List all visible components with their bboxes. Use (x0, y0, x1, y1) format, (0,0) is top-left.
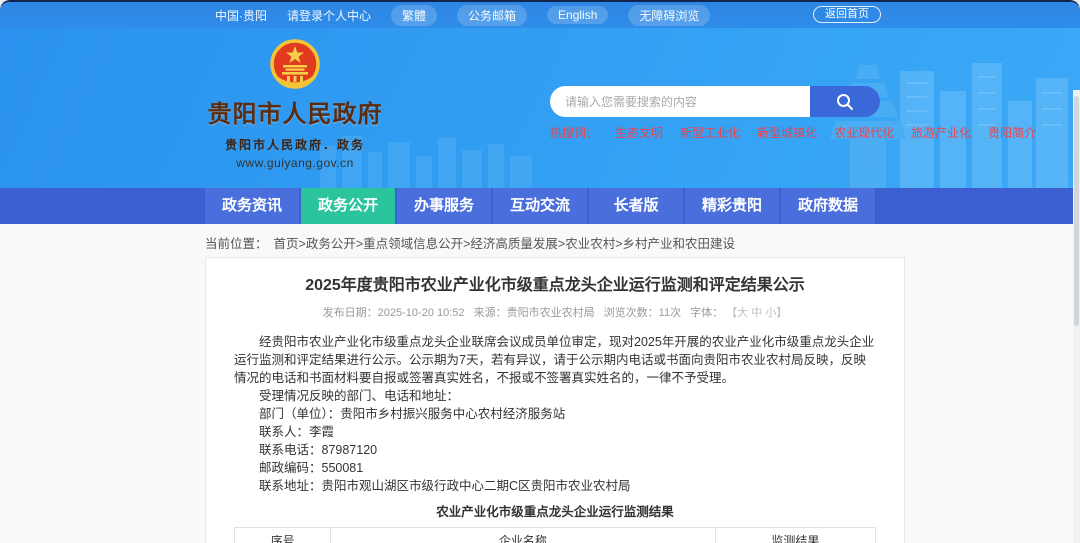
hot-word-link[interactable]: 新型工业化 (680, 124, 740, 141)
publish-date: 发布日期：2025-10-20 10:52 (322, 307, 465, 319)
site-header: 贵阳市人民政府 贵阳市人民政府．政务 www.guiyang.gov.cn 热搜… (0, 28, 1080, 188)
search-button[interactable] (810, 86, 880, 117)
contact-lines: 部门（单位）：贵阳市乡村振兴服务中心农村经济服务站 联系人：李霞联系电话：8798… (234, 405, 876, 495)
article-meta: 发布日期：2025-10-20 10:52 来源：贵阳市农业农村局 浏览次数：1… (234, 304, 876, 320)
topbar-link[interactable]: 无障碍浏览 (628, 4, 711, 26)
site-name: 贵阳市人民政府 (207, 101, 383, 128)
scrollbar-thumb[interactable] (1074, 96, 1079, 326)
main-area: 当前位置： 首页>政务公开>重点领域信息公开>经济高质量发展>农业农村>乡村产业和… (0, 224, 1080, 543)
breadcrumb: 当前位置： 首页>政务公开>重点领域信息公开>经济高质量发展>农业农村>乡村产业和… (205, 233, 735, 252)
topbar-link[interactable]: 中国·贵阳 (215, 7, 267, 24)
article-panel: 2025年度贵阳市农业产业化市级重点龙头企业运行监测和评定结果公示 发布日期：2… (205, 257, 905, 543)
hot-word-link[interactable]: 生态文明 (615, 124, 663, 141)
article-source: 来源：贵阳市农业农村局 (473, 307, 595, 319)
hot-search-label: 热搜词： (550, 126, 599, 140)
table-header-cell: 监测结果 (714, 527, 877, 543)
article-paragraph: 受理情况反映的部门、电话和地址： (259, 389, 460, 403)
topbar-link[interactable]: 请登录个人中心 (287, 7, 371, 24)
font-size-switch[interactable]: 【大 中 小】 (726, 307, 787, 319)
nav-item-互动交流[interactable]: 互动交流 (493, 188, 587, 224)
city-skyline-graphic (830, 63, 1068, 188)
search-bar (550, 86, 880, 117)
breadcrumb-path[interactable]: 首页>政务公开>重点领域信息公开>经济高质量发展>农业农村>乡村产业和农田建设 (274, 237, 736, 251)
main-nav: 政务资讯 政务公开 办事服务 互动交流 长者版 精彩贵阳 政府数据 (0, 188, 1080, 224)
table-header-row: 序号 企业名称 监测结果 (233, 527, 877, 543)
table-head: 序号 企业名称 监测结果 (233, 527, 877, 543)
font-size-label: 字体： (690, 307, 724, 319)
site-container: 贵阳市人民政府 贵阳市人民政府．政务 www.guiyang.gov.cn 热搜… (0, 0, 1080, 543)
nav-item-长者版[interactable]: 长者版 (589, 188, 683, 224)
breadcrumb-label: 当前位置： (205, 237, 268, 251)
article-body: 经贵阳市农业产业化市级重点龙头企业联席会议成员单位审定，现对2025年开展的农业… (233, 333, 877, 543)
nav-item-政务公开[interactable]: 政务公开 (301, 188, 395, 224)
nav-item-政府数据[interactable]: 政府数据 (781, 188, 875, 224)
view-count: 浏览次数：11次 (603, 307, 682, 319)
article-paragraphs: 经贵阳市农业产业化市级重点龙头企业联席会议成员单位审定，现对2025年开展的农业… (234, 333, 876, 405)
hot-word-link[interactable]: 农业现代化 (834, 124, 894, 141)
article-paragraph: 经贵阳市农业产业化市级重点龙头企业联席会议成员单位审定，现对2025年开展的农业… (234, 335, 875, 385)
contact-line: 联系电话：87987120 (259, 443, 378, 457)
nav-item-办事服务[interactable]: 办事服务 (397, 188, 491, 224)
table-header-cell: 序号 (233, 527, 332, 543)
topbar-link[interactable]: English (547, 6, 609, 24)
nav-item-精彩贵阳[interactable]: 精彩贵阳 (685, 188, 779, 224)
hot-word-link[interactable]: 新型城镇化 (757, 124, 817, 141)
scrollbar-track[interactable] (1073, 90, 1080, 543)
table-header-cell: 企业名称 (330, 527, 716, 543)
search-icon (837, 93, 853, 110)
nav-item-政务资讯[interactable]: 政务资讯 (205, 188, 299, 224)
hot-word-link[interactable]: 旅游产业化 (911, 124, 971, 141)
contact-line: 邮政编码：550081 (259, 461, 364, 475)
monitor-result-table: 序号企业名称监测结果 1贵州合力超市采购有限公司合格2贵州友禾种业有限公司合格3… (233, 527, 877, 543)
contact-line: 部门（单位）：贵阳市乡村振兴服务中心农村经济服务站 (259, 407, 566, 421)
back-home-button[interactable]: 返回首页 (813, 6, 881, 23)
topbar-link[interactable]: 繁體 (391, 4, 438, 26)
top-utility-bar: 中国·贵阳 请登录个人中心 繁體 公务邮箱 English 无障碍浏览 返回首页 (0, 2, 1080, 28)
table-title: 农业产业化市级重点龙头企业运行监测结果 (436, 505, 674, 519)
hot-word-link[interactable]: 贵阳简介 (988, 124, 1036, 141)
national-emblem-icon (270, 39, 320, 89)
site-logo[interactable]: 贵阳市人民政府 贵阳市人民政府．政务 www.guiyang.gov.cn (205, 38, 385, 170)
topbar-links: 中国·贵阳 请登录个人中心 繁體 公务邮箱 English 无障碍浏览 (215, 4, 711, 26)
topbar-link[interactable]: 公务邮箱 (457, 4, 528, 26)
article-title: 2025年度贵阳市农业产业化市级重点龙头企业运行监测和评定结果公示 (305, 277, 805, 294)
contact-line: 联系人：李霞 (259, 425, 335, 439)
search-input[interactable] (550, 86, 810, 117)
site-subtitle: 贵阳市人民政府．政务 (224, 138, 365, 152)
hot-search-words: 热搜词： 生态文明 新型工业化 新型城镇化 农业现代化 旅游产业化 贵阳简介 (550, 124, 1036, 141)
site-url: www.guiyang.gov.cn (236, 156, 354, 170)
contact-line: 联系地址：贵阳市观山湖区市级行政中心二期C区贵阳市农业农村局 (259, 479, 631, 493)
